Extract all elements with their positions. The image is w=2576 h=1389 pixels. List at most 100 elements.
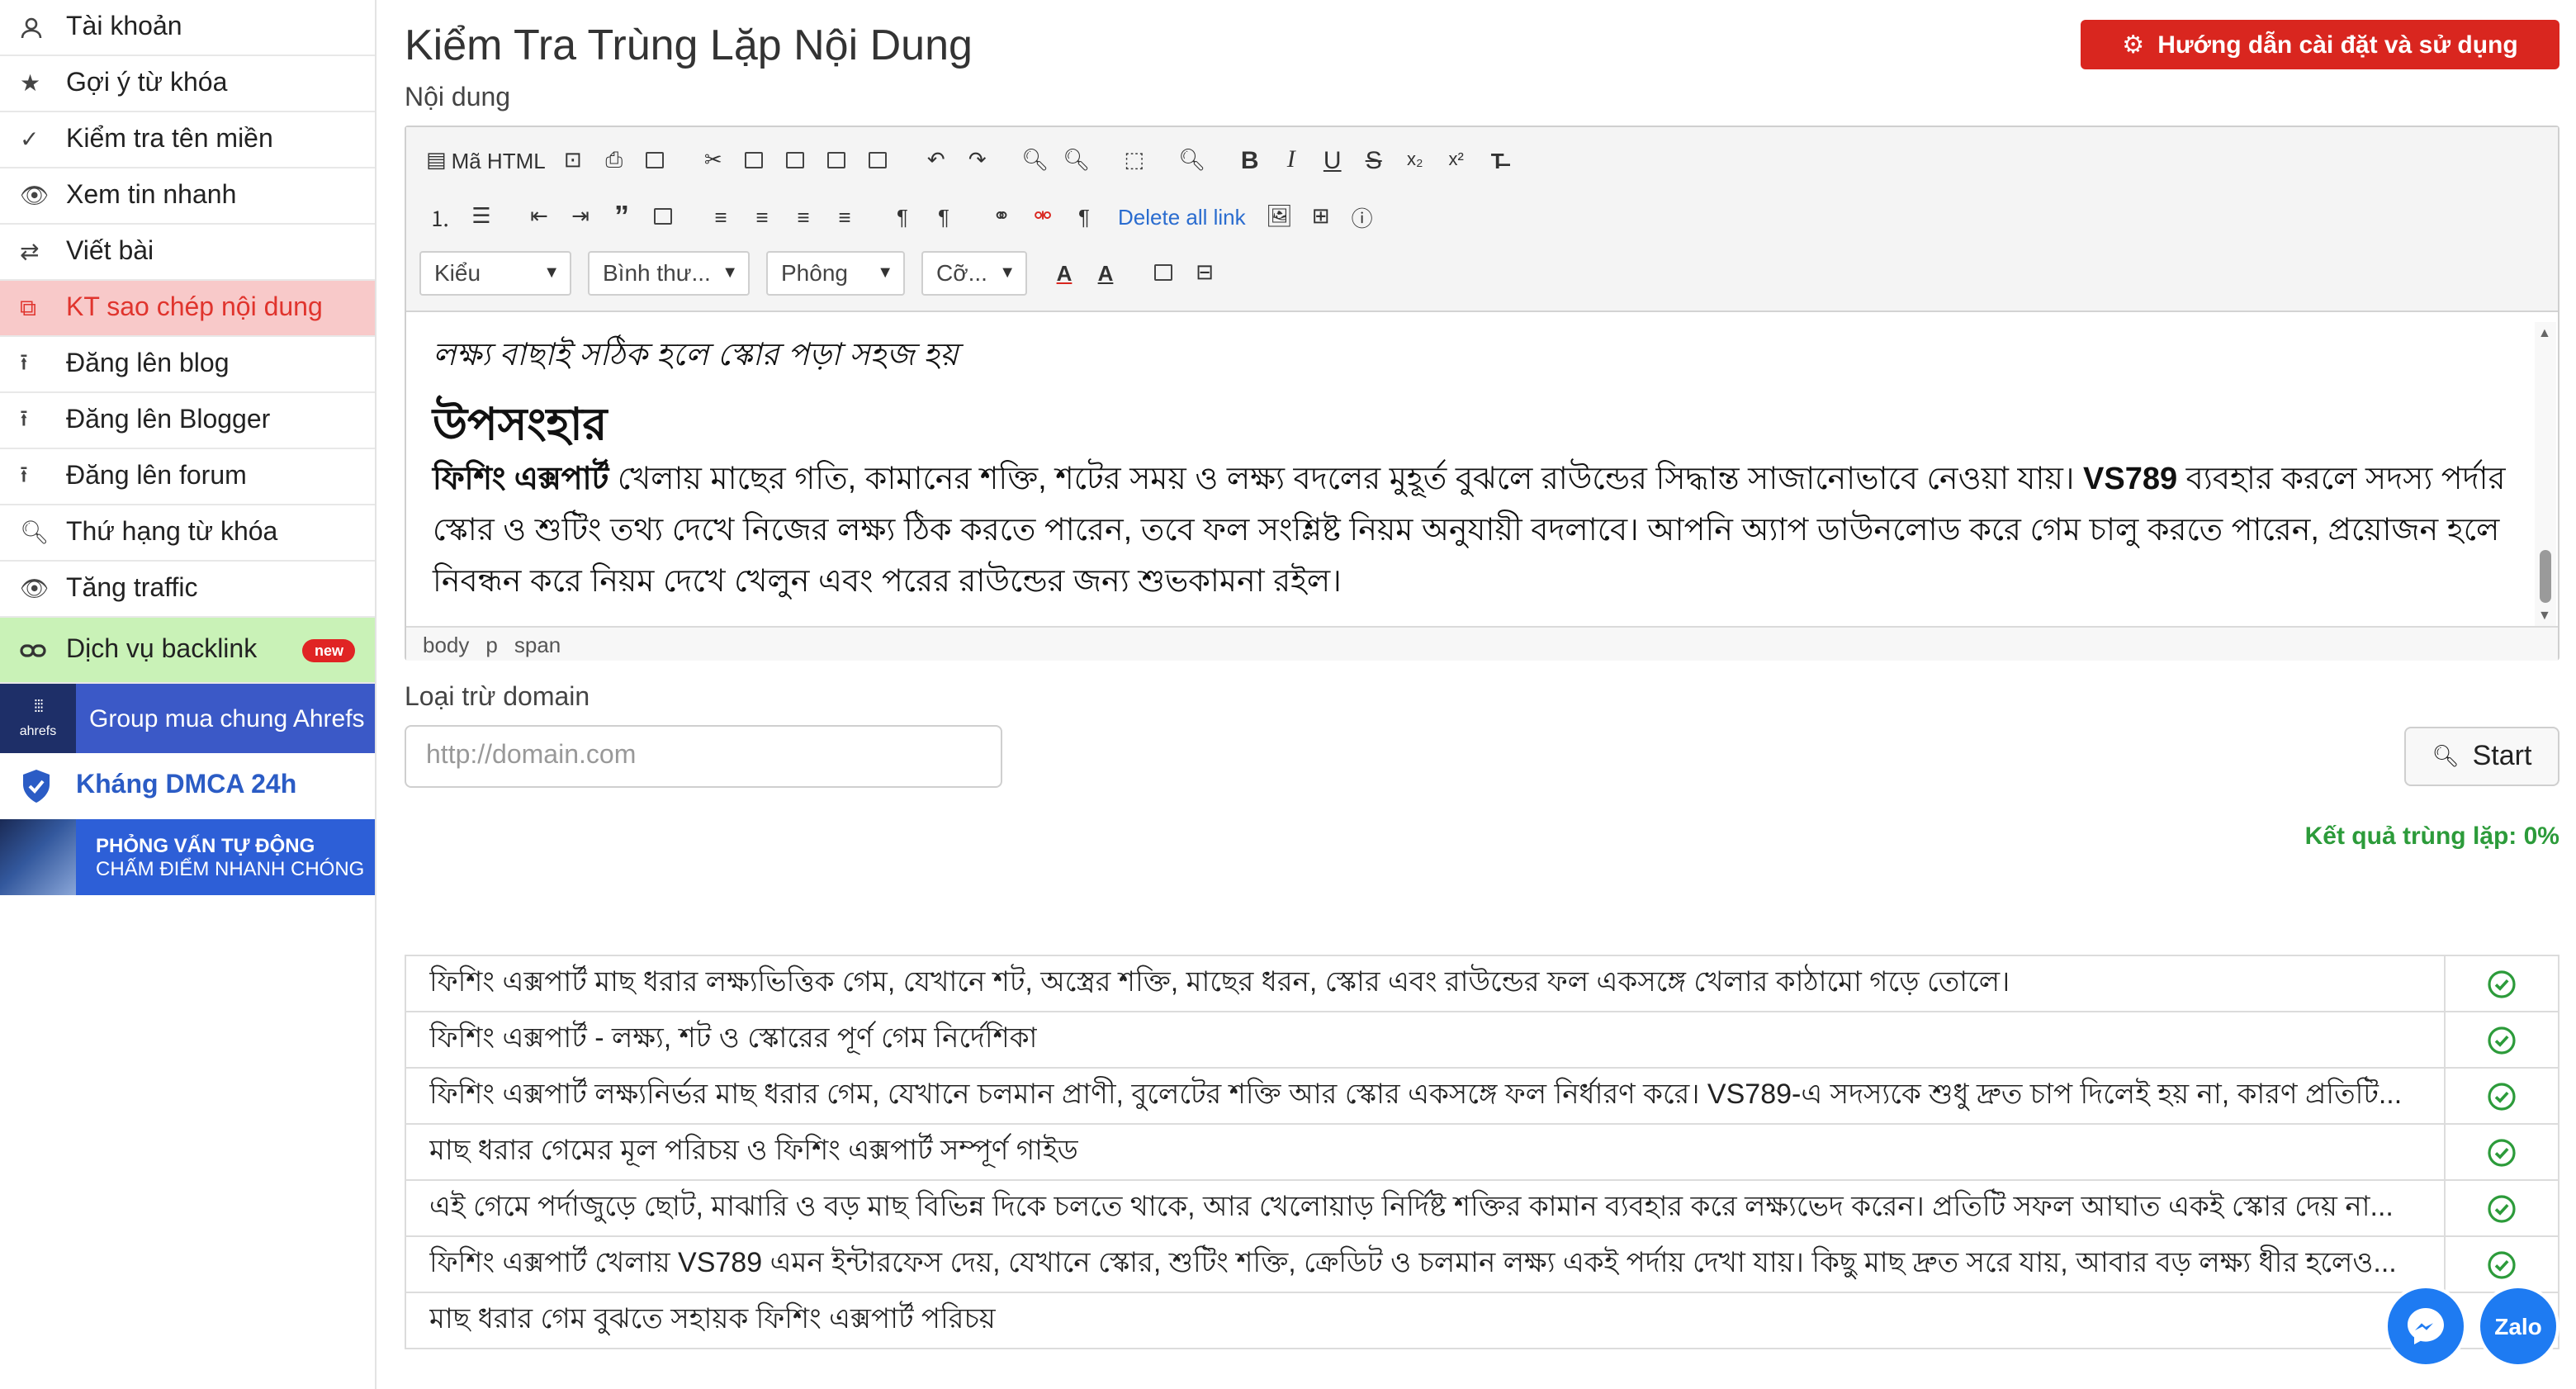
upload-icon: ⭱ [20, 348, 28, 374]
ahrefs-group-banner[interactable]: ⁞⁞⁞ ahrefs Group mua chung Ahrefs [0, 684, 375, 753]
sidebar-item-label: Thứ hạng từ khóa [66, 518, 278, 546]
sidebar-item-backlink[interactable]: Dịch vụ backlink new [0, 618, 375, 684]
duplicate-result: Kết quả trùng lặp: 0% [2304, 822, 2559, 851]
print-icon[interactable]: ⎙ [594, 142, 635, 178]
remove-format-icon[interactable]: T̶ [1477, 142, 1518, 178]
undo-icon[interactable]: ↶ [916, 142, 957, 178]
sidebar-item-8[interactable]: ⭱ Đăng lên forum [0, 449, 375, 505]
sidebar-item-10[interactable]: 👁︎ Tăng traffic [0, 562, 375, 618]
ltr-icon[interactable]: ¶ [882, 198, 923, 235]
path-span[interactable]: span [514, 632, 561, 657]
save-icon[interactable]: ⊡ [552, 142, 594, 178]
sidebar-item-3[interactable]: 👁︎ Xem tin nhanh [0, 168, 375, 225]
sidebar-item-9[interactable]: 🔍︎ Thứ hạng từ khóa [0, 505, 375, 562]
select-all-icon[interactable]: ⬚ [1114, 142, 1155, 178]
replace-icon[interactable]: 🔍︎ [1056, 142, 1097, 178]
exclude-domain-input[interactable]: http://domain.com [405, 725, 1002, 788]
delete-all-links-button[interactable]: Delete all link [1105, 204, 1259, 229]
check-circle-icon [2446, 1125, 2558, 1179]
result-sentence: মাছ ধরার গেমের মূল পরিচয় ও ফিশিং এক্সপা… [406, 1125, 2446, 1179]
outdent-icon[interactable]: ⇤ [519, 198, 560, 235]
messenger-icon[interactable] [2388, 1288, 2464, 1364]
editor-scrollbar[interactable]: ▲ ▼ [2535, 322, 2556, 626]
bg-color-icon[interactable]: A [1085, 254, 1126, 291]
sidebar-item-7[interactable]: ⭱ Đăng lên Blogger [0, 393, 375, 449]
numbered-list-icon[interactable]: ⒈ [419, 198, 461, 235]
info-icon[interactable]: ⓘ [1342, 198, 1383, 235]
underline-icon[interactable]: U [1312, 142, 1353, 178]
find-icon[interactable]: 🔍︎ [1015, 142, 1056, 178]
interview-banner[interactable]: PHỎNG VẤN TỰ ĐỘNG CHẤM ĐIỂM NHANH CHÓNG [0, 819, 375, 895]
scrollbar-thumb[interactable] [2540, 550, 2551, 603]
align-justify-icon[interactable]: ≡ [824, 198, 865, 235]
div-icon[interactable] [642, 198, 684, 235]
result-sentence: ফিশিং এক্সপার্ট মাছ ধরার লক্ষ্যভিত্তিক গ… [406, 956, 2446, 1011]
unlink-icon[interactable]: ⚮ [1022, 198, 1063, 235]
style-select[interactable]: Kiểu ▼ [419, 250, 571, 295]
sidebar-item-2[interactable]: ✓ Kiểm tra tên miền [0, 112, 375, 168]
start-button[interactable]: 🔍︎ Start [2404, 727, 2559, 786]
sidebar-item-label: Đăng lên Blogger [66, 405, 271, 434]
indent-icon[interactable]: ⇥ [560, 198, 601, 235]
content-italic-line: লক্ষ্য বাছাই সঠিক হলে স্কোর পড়া সহজ হয় [433, 339, 959, 373]
source-button[interactable]: ▤ Mã HTML [419, 142, 552, 178]
strike-icon[interactable]: S [1353, 142, 1395, 178]
search-icon: 🔍︎ [2432, 743, 2460, 768]
table-row: ফিশিং এক্সপার্ট খেলায় VS789 এমন ইন্টারফ… [405, 1237, 2559, 1293]
image-icon[interactable]: 🖼︎ [1259, 198, 1300, 235]
sidebar-item-1[interactable]: ★ Gợi ý từ khóa [0, 56, 375, 112]
document-icon: ▤ [426, 147, 447, 172]
spellcheck-icon[interactable]: 🔍︎ [1172, 142, 1213, 178]
check-circle-icon [2446, 1237, 2558, 1292]
show-blocks-icon[interactable]: ⊟ [1184, 254, 1225, 291]
result-sentence: মাছ ধরার গেম বুঝতে সহায়ক ফিশিং এক্সপার্… [406, 1293, 2446, 1348]
bulleted-list-icon[interactable]: ☰ [461, 198, 502, 235]
anchor-icon[interactable]: ¶ [1063, 198, 1105, 235]
align-center-icon[interactable]: ≡ [741, 198, 783, 235]
dmca-link[interactable]: Kháng DMCA 24h [0, 753, 375, 819]
path-p[interactable]: p [485, 632, 497, 657]
font-select[interactable]: Phông ▼ [766, 250, 905, 295]
redo-icon[interactable]: ↷ [957, 142, 998, 178]
sidebar-item-6[interactable]: ⭱ Đăng lên blog [0, 337, 375, 393]
paste-word-icon[interactable] [858, 142, 899, 178]
page-title: Kiểm Tra Trùng Lặp Nội Dung [405, 20, 973, 69]
result-sentence: ফিশিং এক্সপার্ট - লক্ষ্য, শট ও স্কোরের প… [406, 1012, 2446, 1067]
align-right-icon[interactable]: ≡ [783, 198, 824, 235]
sidebar-item-0[interactable]: Tài khoản [0, 0, 375, 56]
cut-icon[interactable]: ✂ [693, 142, 734, 178]
blockquote-icon[interactable]: ” [601, 198, 642, 235]
rtl-icon[interactable]: ¶ [923, 198, 964, 235]
copy-icon[interactable] [734, 142, 775, 178]
align-left-icon[interactable]: ≡ [700, 198, 741, 235]
italic-icon[interactable]: I [1271, 142, 1312, 178]
paste-text-icon[interactable] [817, 142, 858, 178]
interview-banner-line2: CHẤM ĐIỂM NHANH CHÓNG [96, 857, 365, 880]
ahrefs-logo: ⁞⁞⁞ ahrefs [0, 684, 76, 753]
superscript-icon[interactable]: x² [1436, 142, 1477, 178]
zalo-button[interactable]: Zalo [2480, 1288, 2556, 1364]
subscript-icon[interactable]: x₂ [1395, 142, 1436, 178]
table-icon[interactable]: ⊞ [1300, 198, 1342, 235]
bold-icon[interactable]: B [1229, 142, 1271, 178]
path-body[interactable]: body [423, 632, 469, 657]
table-row: ফিশিং এক্সপার্ট - লক্ষ্য, শট ও স্কোরের প… [405, 1012, 2559, 1069]
scroll-down-icon[interactable]: ▼ [2538, 608, 2551, 623]
check-icon: ✓ [20, 126, 40, 152]
chevron-down-icon: ▼ [877, 263, 893, 282]
size-select[interactable]: Cỡ... ▼ [921, 250, 1027, 295]
scroll-up-icon[interactable]: ▲ [2538, 325, 2551, 340]
result-sentence: ফিশিং এক্সপার্ট খেলায় VS789 এমন ইন্টারফ… [406, 1237, 2446, 1292]
guide-button[interactable]: ⚙ Hướng dẫn cài đặt và sử dụng [2081, 20, 2559, 69]
paste-icon[interactable] [775, 142, 817, 178]
template-icon[interactable] [635, 142, 676, 178]
sidebar-item-5[interactable]: ⧉ KT sao chép nội dung [0, 281, 375, 337]
maximize-icon[interactable] [1143, 254, 1184, 291]
main-panel: Kiểm Tra Trùng Lặp Nội Dung ⚙ Hướng dẫn … [405, 0, 2559, 1389]
result-sentence: ফিশিং এক্সপার্ট লক্ষ্যনির্ভর মাছ ধরার গে… [406, 1069, 2446, 1123]
link-icon[interactable]: ⚭ [981, 198, 1022, 235]
text-color-icon[interactable]: A [1044, 254, 1085, 291]
format-select[interactable]: Bình thư... ▼ [588, 250, 750, 295]
editor-content[interactable]: লক্ষ্য বাছাই সঠিক হলে স্কোর পড়া সহজ হয়… [406, 322, 2533, 626]
sidebar-item-4[interactable]: ⇄ Viết bài [0, 225, 375, 281]
